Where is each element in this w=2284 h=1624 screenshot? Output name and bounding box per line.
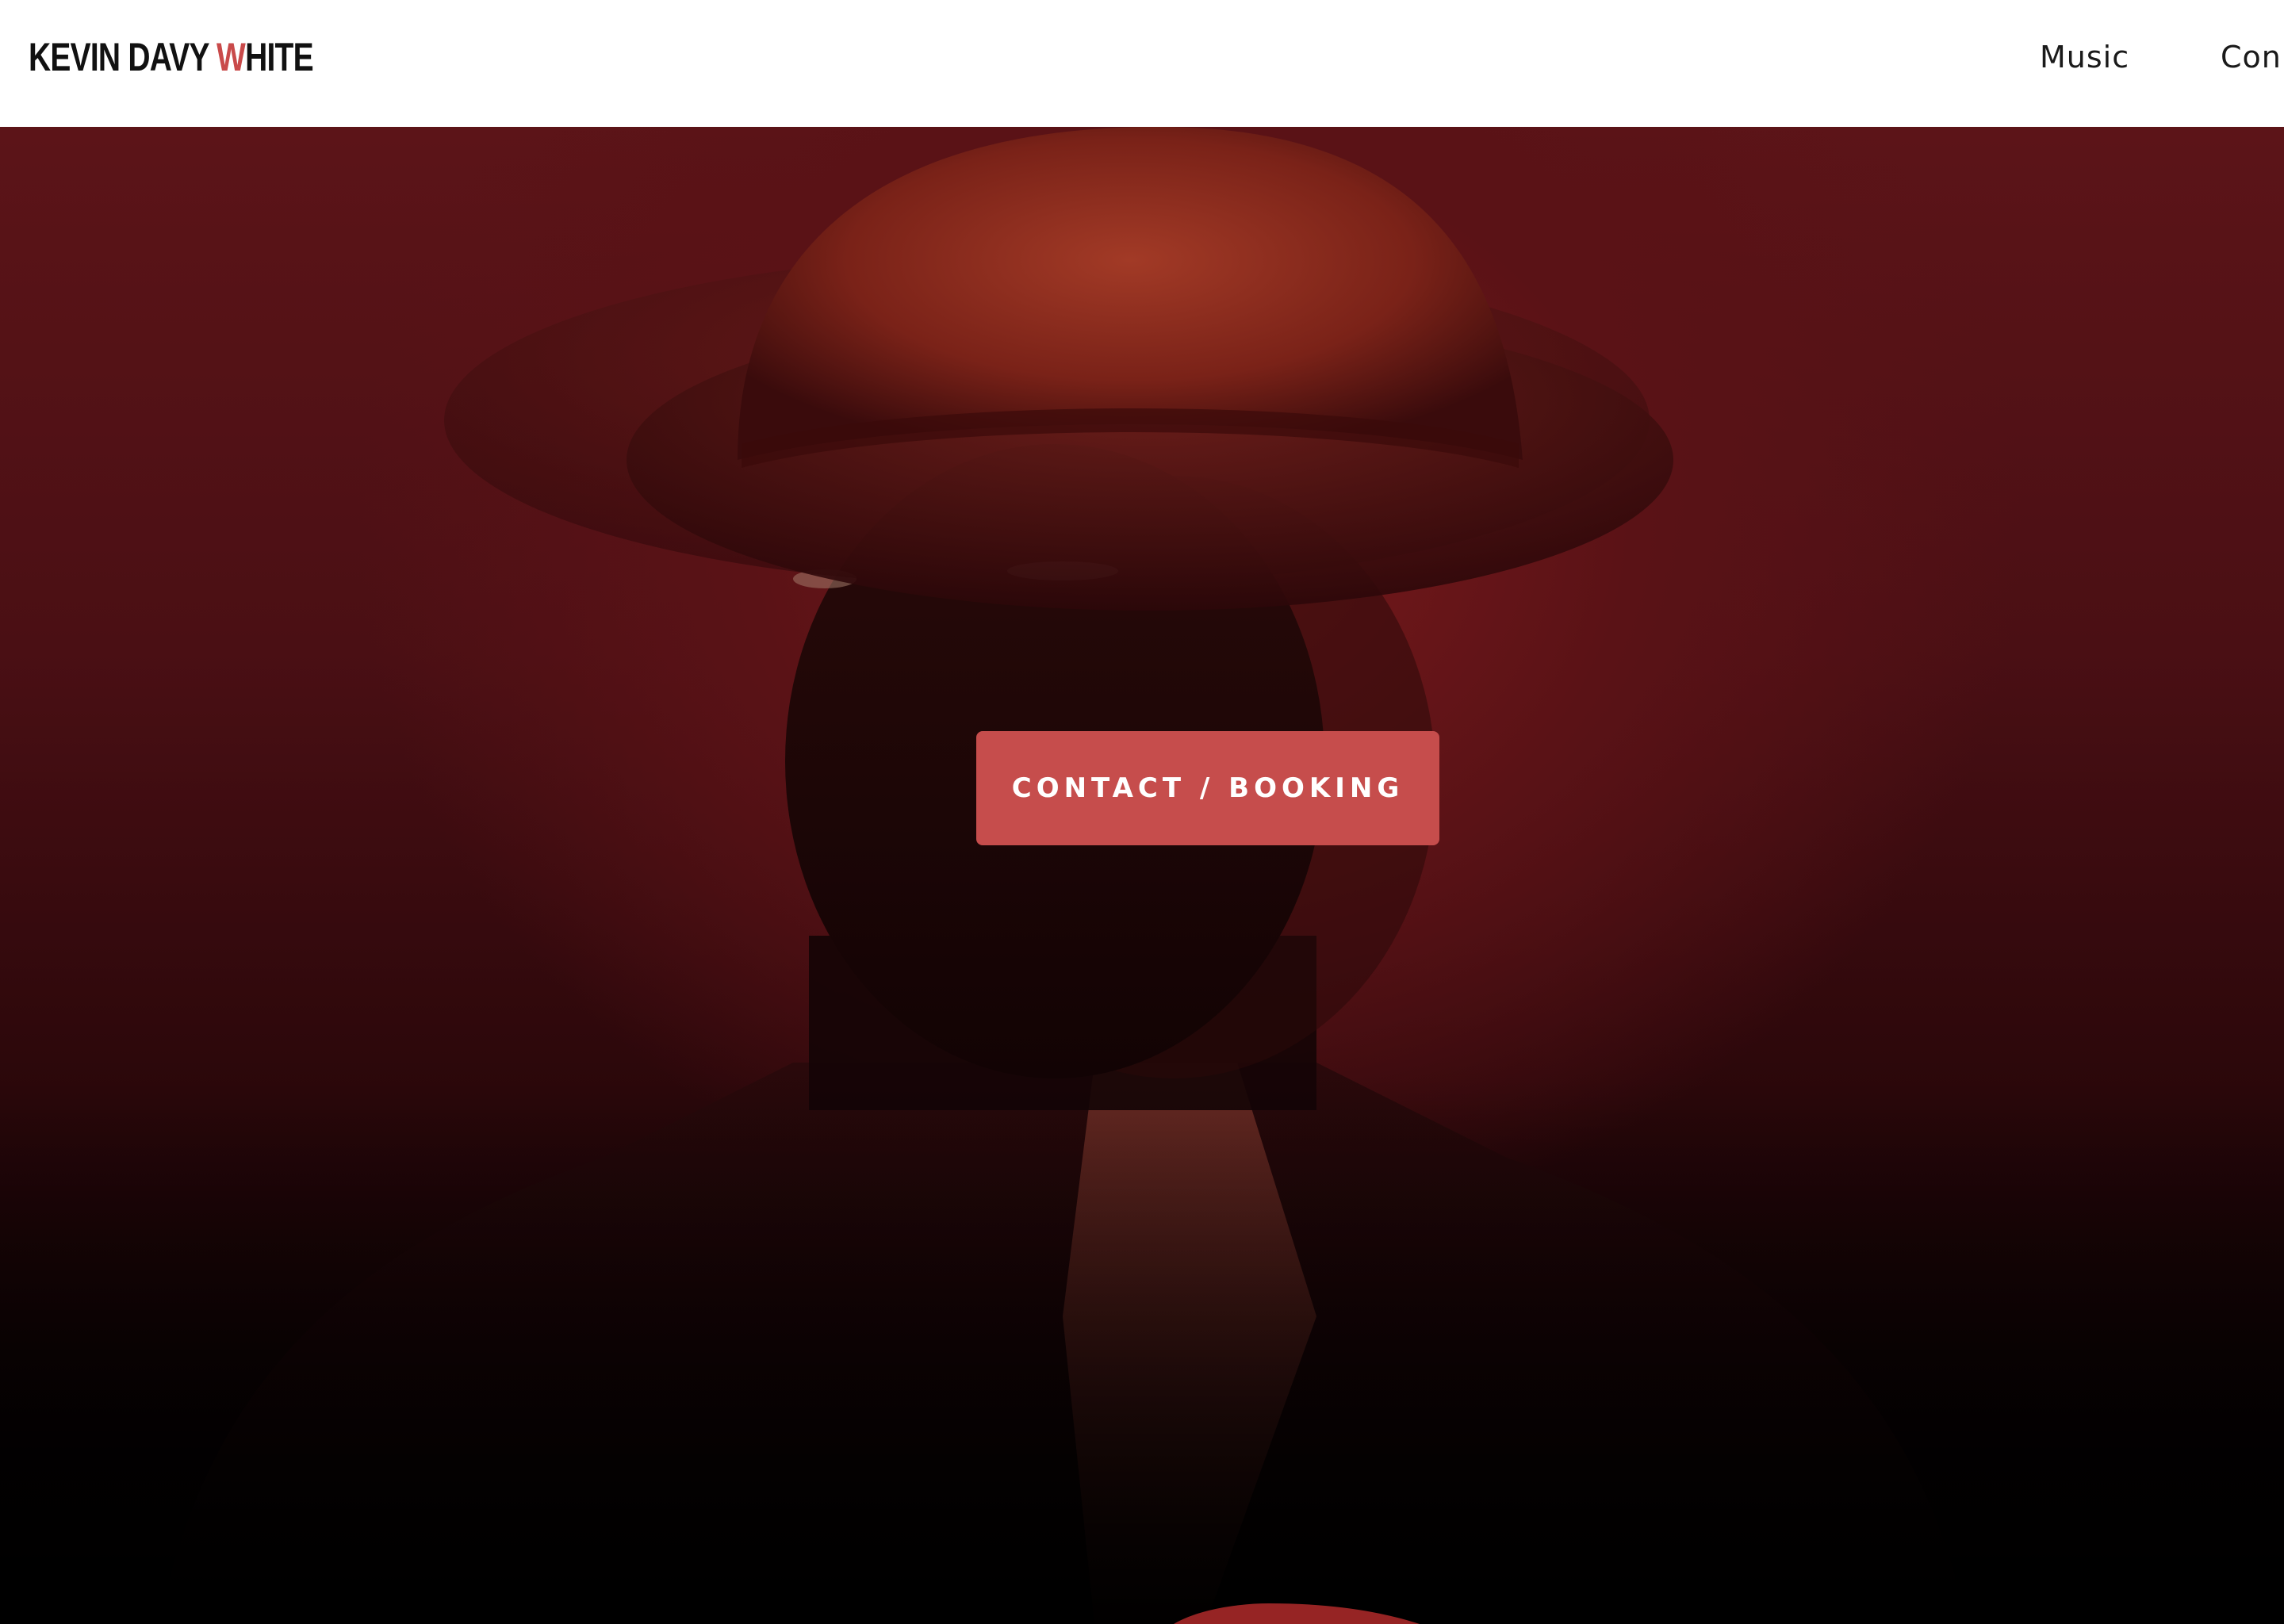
contact-booking-button[interactable]: CONTACT / BOOKING: [976, 731, 1439, 845]
site-header: KEVIN DAVY WHITE Music Con: [0, 0, 2284, 127]
nav-link-music[interactable]: Music: [2040, 35, 2129, 79]
logo-text-accent: W: [217, 35, 246, 79]
site-logo[interactable]: KEVIN DAVY WHITE: [29, 35, 314, 79]
nav-link-contact[interactable]: Con: [2221, 35, 2282, 79]
logo-text-part1: KEVIN DAVY: [29, 35, 217, 79]
hero-bottom-fade: [0, 1078, 2284, 1624]
logo-text-part2: HITE: [245, 35, 314, 79]
hero-portrait-image: [0, 127, 2284, 1624]
page: KEVIN DAVY WHITE Music Con CONTACT / BOO…: [0, 0, 2284, 1624]
hero-section: CONTACT / BOOKING: [0, 127, 2284, 1624]
